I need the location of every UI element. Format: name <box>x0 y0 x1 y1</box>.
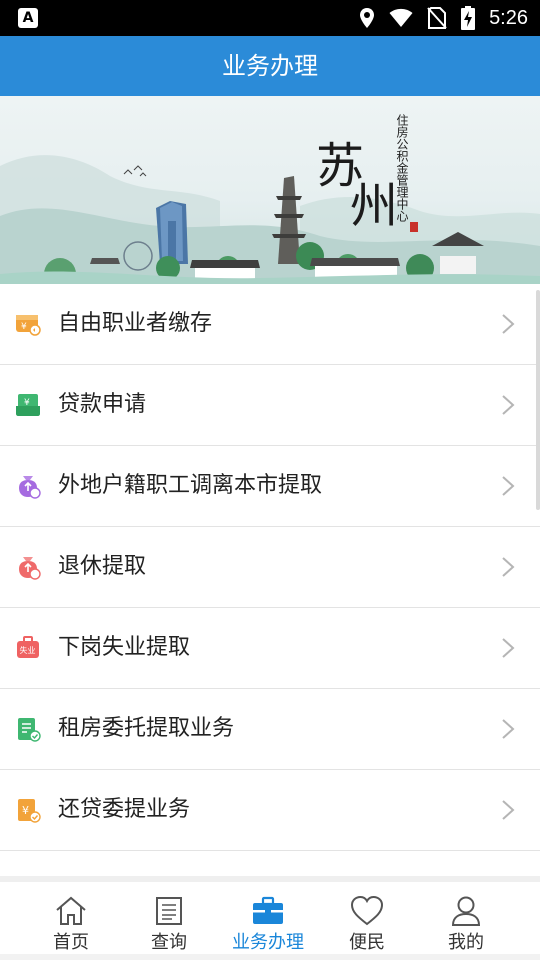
chevron-right-icon <box>502 314 515 334</box>
banner-subtitle: 住房公积金管理中心 <box>395 114 409 222</box>
yuan-card-icon: ¥ <box>16 394 40 416</box>
menu-item-nonlocal-withdrawal[interactable]: 外地户籍职工调离本市提取 <box>0 446 540 527</box>
chevron-right-icon <box>502 476 515 496</box>
location-icon <box>360 8 375 28</box>
nav-item-home[interactable]: 首页 <box>22 882 120 954</box>
chevron-right-icon <box>502 719 515 739</box>
banner-calligraphy: 苏 州 <box>316 138 399 234</box>
menu-item-rental-withdrawal[interactable]: 租房委托提取业务 <box>0 689 540 770</box>
status-bar: A 5:26 <box>0 0 540 36</box>
document-check-icon <box>18 718 41 742</box>
title-bar: 业务办理 <box>0 36 540 96</box>
menu-item-retirement-withdrawal[interactable]: 退休提取 <box>0 527 540 608</box>
suzhou-skyline-illustration <box>0 155 540 284</box>
scrollbar[interactable] <box>536 290 540 510</box>
user-icon <box>451 896 481 926</box>
status-icons: 5:26 <box>359 0 528 36</box>
menu-item-label: 退休提取 <box>58 554 147 579</box>
nav-item-mine[interactable]: 我的 <box>416 882 516 954</box>
no-sim-icon <box>427 7 447 29</box>
chevron-right-icon <box>502 638 515 658</box>
menu-item-label: 自由职业者缴存 <box>58 311 213 336</box>
svg-text:¥: ¥ <box>22 804 29 817</box>
menu-item-loan-application[interactable]: ¥ 贷款申请 <box>0 365 540 446</box>
list-document-icon <box>156 897 182 925</box>
nav-label: 查询 <box>151 932 187 953</box>
status-time: 5:26 <box>489 6 528 29</box>
nav-label: 便民 <box>349 932 385 953</box>
yuan-doc-icon: ¥ <box>18 799 41 823</box>
banner-image: 苏 州 住房公积金管理中心 <box>0 96 540 284</box>
nav-item-query[interactable]: 查询 <box>120 882 218 954</box>
app-screen: A 5:26 业务办理 苏 州 住房公积金管理中心 ¥ 自由职业者缴存 ¥ 贷款… <box>0 0 540 960</box>
service-menu-list: ¥ 自由职业者缴存 ¥ 贷款申请 外地户籍职工调离本市提取 退休提取 失业 下岗… <box>0 284 540 851</box>
home-icon <box>56 896 86 925</box>
system-nav-strip <box>0 954 540 960</box>
svg-text:¥: ¥ <box>21 322 27 332</box>
menu-item-freelancer-deposit[interactable]: ¥ 自由职业者缴存 <box>0 284 540 365</box>
nav-label: 首页 <box>53 932 89 953</box>
battery-charging-icon <box>461 6 476 30</box>
menu-item-label: 外地户籍职工调离本市提取 <box>58 473 323 498</box>
accessibility-app-icon: A <box>18 8 38 28</box>
menu-item-unemployment-withdrawal[interactable]: 失业 下岗失业提取 <box>0 608 540 689</box>
purple-bag-icon <box>19 476 41 499</box>
svg-text:失业: 失业 <box>20 645 36 655</box>
wifi-icon <box>389 8 413 27</box>
page-title: 业务办理 <box>222 52 318 80</box>
menu-item-label: 租房委托提取业务 <box>58 716 235 741</box>
nav-item-business[interactable]: 业务办理 <box>218 882 318 954</box>
nav-label: 业务办理 <box>232 932 304 953</box>
wallet-yuan-icon: ¥ <box>16 315 41 336</box>
heart-icon <box>350 895 384 926</box>
menu-item-repayment-withdrawal[interactable]: ¥ 还贷委提业务 <box>0 770 540 851</box>
menu-item-label: 还贷委提业务 <box>58 797 191 822</box>
red-seal-stamp <box>410 222 418 232</box>
chevron-right-icon <box>502 395 515 415</box>
bottom-navigation: 首页 查询 业务办理 便民 我的 <box>0 882 540 954</box>
nav-label: 我的 <box>448 932 484 953</box>
red-bag-icon <box>19 557 41 580</box>
menu-item-label: 贷款申请 <box>58 392 147 417</box>
chevron-right-icon <box>502 800 515 820</box>
briefcase-icon <box>253 896 283 924</box>
nav-item-convenience[interactable]: 便民 <box>318 882 416 954</box>
chevron-right-icon <box>502 557 515 577</box>
menu-item-label: 下岗失业提取 <box>58 635 191 660</box>
briefcase-unemployed-icon: 失业 <box>17 636 39 658</box>
